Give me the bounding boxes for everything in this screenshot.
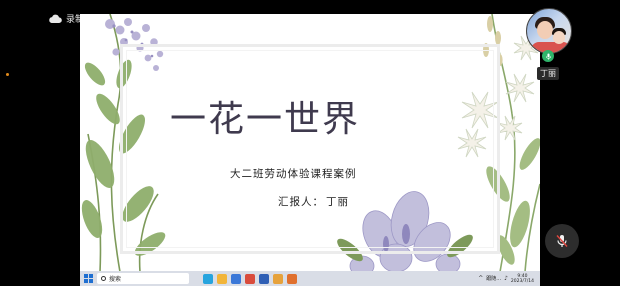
cloud-icon (49, 14, 62, 23)
mute-button[interactable] (545, 224, 579, 258)
reporter-name: 丁丽 (326, 196, 349, 208)
word-icon[interactable] (259, 273, 269, 284)
mic-on-icon (542, 50, 554, 62)
slide-subtitle: 大二班劳动体验课程案例 (230, 168, 357, 180)
windows-start-icon[interactable] (84, 274, 93, 283)
status-dot (6, 73, 9, 76)
chevron-up-icon[interactable]: ^ (478, 275, 483, 282)
reporter-label: 汇报人： (278, 196, 324, 208)
slide-title: 一花一世界 (170, 99, 361, 140)
explorer-icon[interactable] (217, 273, 227, 284)
taskbar-clock[interactable]: 9:40 2023/7/14 (511, 274, 534, 284)
windows-taskbar: 搜索 ^ 跟随... ♪ 9:40 2023/7/14 (80, 271, 540, 286)
taskbar-search[interactable]: 搜索 (97, 273, 189, 284)
system-tray: ^ 跟随... ♪ 9:40 2023/7/14 (478, 274, 540, 284)
edge-icon[interactable] (203, 273, 213, 284)
slide-inner-frame (126, 50, 494, 248)
store-icon[interactable] (231, 273, 241, 284)
tray-text[interactable]: 跟随... (486, 275, 501, 282)
participant-name: 丁丽 (537, 67, 559, 80)
search-placeholder: 搜索 (109, 276, 122, 283)
folder-icon[interactable] (273, 273, 283, 284)
app-icon[interactable] (287, 273, 297, 284)
reporter-line: 汇报人： 丁丽 (276, 194, 349, 209)
clock-date: 2023/7/14 (510, 278, 534, 284)
presentation-slide: 一花一世界 大二班劳动体验课程案例 汇报人： 丁丽 (80, 14, 540, 272)
mic-muted-icon (556, 235, 568, 247)
wps-icon[interactable] (245, 273, 255, 284)
speaker-icon[interactable]: ♪ (504, 275, 508, 282)
participant-video[interactable] (526, 8, 572, 54)
search-icon (101, 276, 106, 281)
